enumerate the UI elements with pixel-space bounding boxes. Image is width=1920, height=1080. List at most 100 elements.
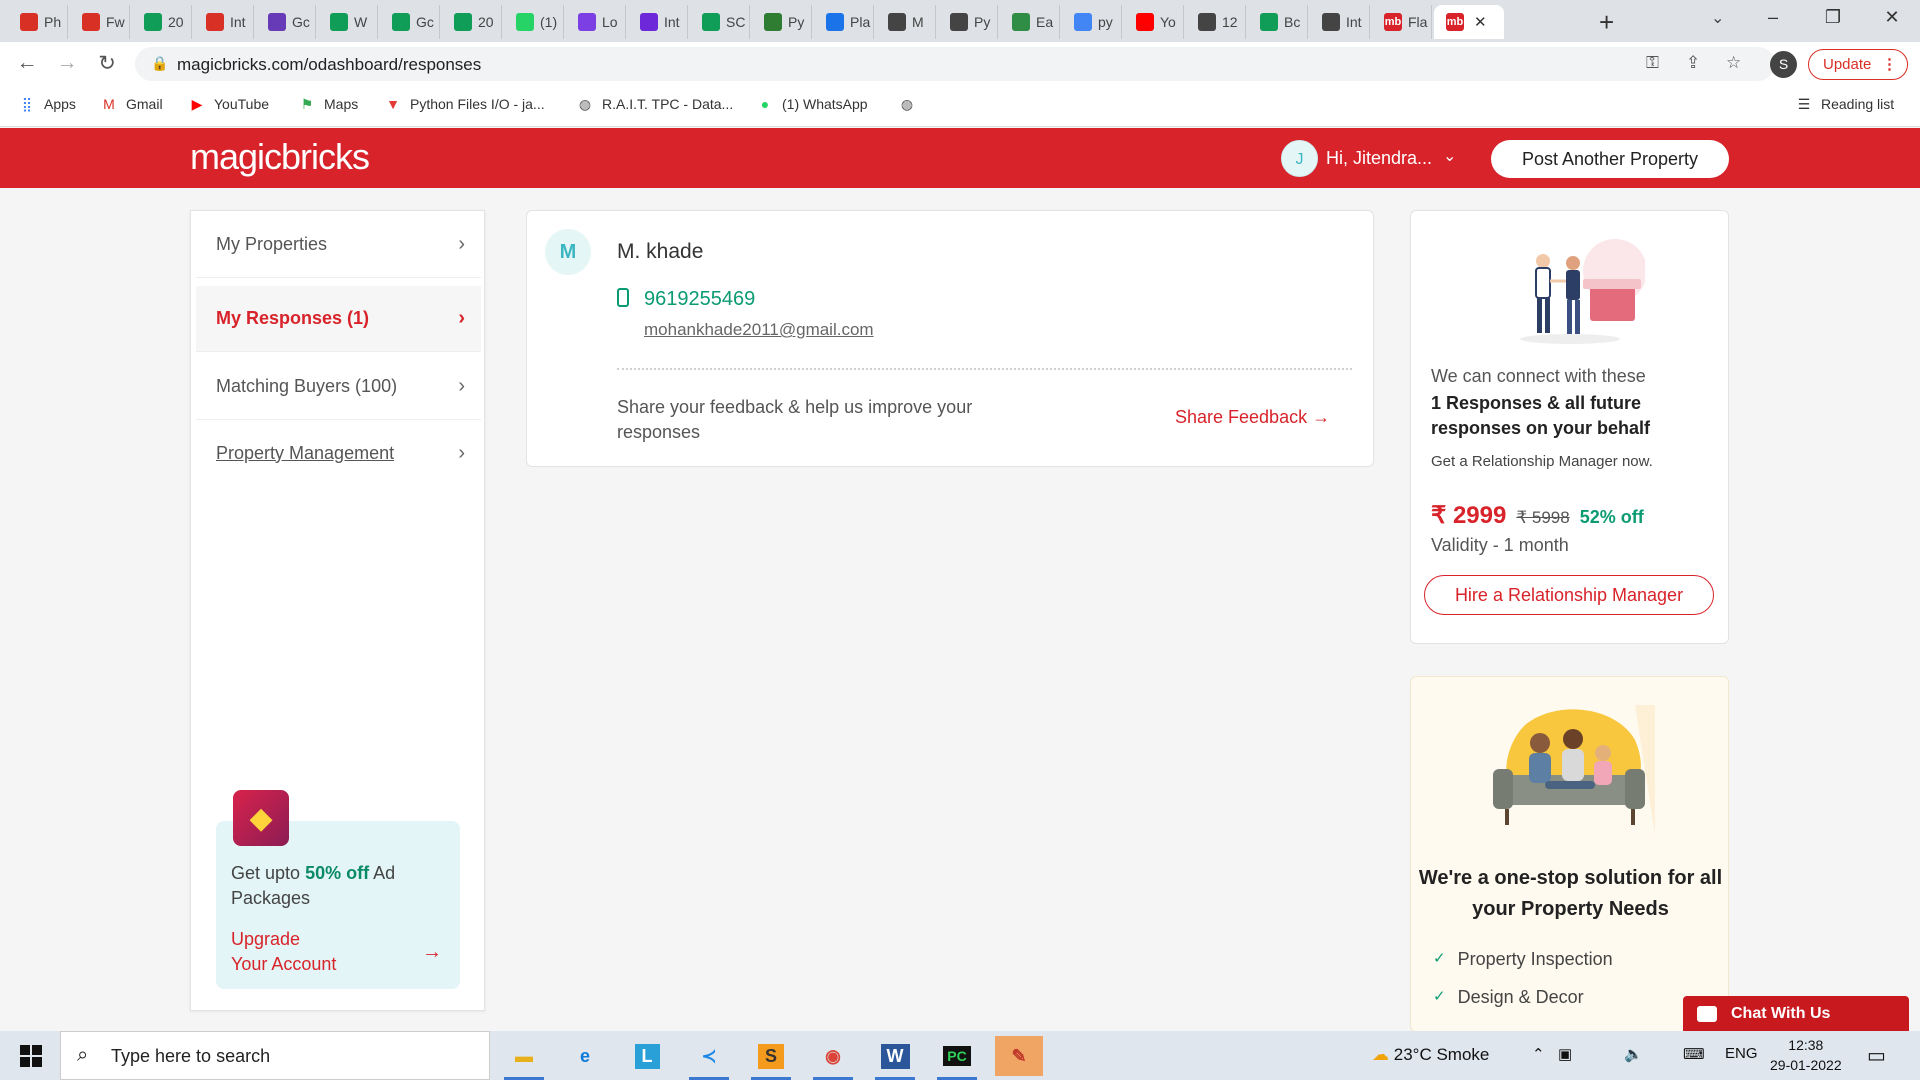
browser-tab[interactable]: M [876,5,936,39]
close-tab-icon[interactable]: ✕ [1474,13,1487,31]
tab-title: Yo [1160,14,1176,30]
vscode-icon[interactable]: ≺ [685,1036,733,1080]
bookmark-item[interactable]: ▶ YouTube [188,95,269,113]
browser-tab[interactable]: W [318,5,378,39]
bookmark-item[interactable]: ▼ Python Files I/O - ja... [384,95,545,113]
whatsapp-icon [516,13,534,31]
browser-tab[interactable]: mb ✕ [1434,5,1504,39]
windows-start-icon[interactable] [20,1045,42,1067]
bookmark-item[interactable]: ⣿ Apps [18,95,76,113]
rm-intro: We can connect with these [1431,366,1646,386]
forward-icon[interactable]: → [54,51,80,75]
minimize-icon[interactable]: – [1758,7,1788,28]
system-clock[interactable]: 12:38 29-01-2022 [1770,1035,1842,1075]
magicbricks-logo[interactable]: magicbricks [190,136,370,178]
weather-widget[interactable]: ☁ 23°C Smoke [1372,1045,1489,1065]
bookmark-item[interactable]: ● (1) WhatsApp [756,95,868,113]
browser-tab[interactable]: Int [1310,5,1370,39]
bookmark-item[interactable]: ⚑ Maps [298,95,359,113]
share-icon[interactable]: ⇪ [1686,53,1700,73]
new-tab-button[interactable]: + [1599,7,1614,38]
mb-icon: mb [1384,13,1402,31]
language-indicator[interactable]: ENG [1725,1045,1758,1062]
upgrade-account-link[interactable]: Upgrade Your Account [231,927,361,977]
browser-tab[interactable]: Gc [256,5,316,39]
gfg-icon [1012,13,1030,31]
sidebar-item-my-responses[interactable]: My Responses (1) › [196,286,481,352]
browser-tab[interactable]: Py [938,5,998,39]
bookmark-star-icon[interactable]: ☆ [1726,53,1741,73]
reading-list-button[interactable]: ☰ Reading list [1795,95,1894,113]
upgrade-cta-line2: Your Account [231,954,337,974]
taskbar-search[interactable]: ⌕ Type here to search [60,1031,490,1080]
tab-title: Fw [106,14,125,30]
browser-tab[interactable]: Pla [814,5,874,39]
solution-title: We're a one-stop solution for all your P… [1418,867,1723,920]
globe-icon [888,13,906,31]
word-icon[interactable]: W [871,1036,919,1080]
chevron-up-icon[interactable]: ⌃ [1532,1045,1545,1063]
browser-tab[interactable]: Gc [380,5,440,39]
chrome-icon[interactable]: ◉ [809,1036,857,1080]
browser-tab[interactable]: Ea [1000,5,1060,39]
sidebar-item-matching-buyers[interactable]: Matching Buyers (100) › [196,354,481,420]
sidebar-item-my-properties[interactable]: My Properties › [196,212,481,278]
tab-title: Int [664,14,680,30]
gmail-icon: M [103,96,115,112]
network-icon[interactable]: ▣ [1558,1045,1572,1063]
browser-tab[interactable]: 20 [442,5,502,39]
notification-icon[interactable]: ▭ [1867,1043,1886,1068]
browser-tab[interactable]: 12 [1186,5,1246,39]
browser-tab[interactable]: Int [194,5,254,39]
user-greeting[interactable]: Hi, Jitendra... [1326,148,1432,169]
solution-item-label: Design & Decor [1457,987,1584,1007]
volume-icon[interactable]: 🔈 [1624,1045,1643,1063]
close-window-icon[interactable]: ✕ [1877,7,1907,28]
l-app-icon[interactable]: L [623,1036,671,1076]
restore-icon[interactable]: ❐ [1818,7,1848,28]
browser-tab[interactable]: Bc [1248,5,1308,39]
chat-with-us-button[interactable]: Chat With Us [1683,996,1909,1031]
more-menu-icon[interactable]: ⋮ [1882,50,1897,79]
key-icon[interactable]: ⚿ [1646,53,1659,73]
profile-avatar[interactable]: S [1770,51,1797,78]
bookmark-item[interactable]: ◍ [898,95,916,113]
paint-icon[interactable]: ✎ [995,1036,1043,1076]
browser-tab[interactable]: 20 [132,5,192,39]
arrow-right-icon[interactable]: → [422,941,442,964]
url-text[interactable]: magicbricks.com/odashboard/responses [177,55,481,75]
tab-title: W [354,14,368,30]
user-avatar[interactable]: J [1281,140,1318,177]
update-button[interactable]: Update ⋮ [1808,49,1908,80]
responder-email[interactable]: mohankhade2011@gmail.com [644,320,874,340]
tab-search-chevron-icon[interactable]: ⌄ [1711,8,1724,28]
browser-tab[interactable]: Yo [1124,5,1184,39]
browser-tab[interactable]: mb Fla [1372,5,1432,39]
browser-tab[interactable]: Ph [8,5,68,39]
share-feedback-button[interactable]: Share Feedback → [1175,407,1330,428]
keyboard-icon[interactable]: ⌨ [1683,1045,1705,1063]
browser-tab[interactable]: SC [690,5,750,39]
lock-icon[interactable]: 🔒 [151,55,168,72]
back-icon[interactable]: ← [14,51,40,75]
file-explorer-icon[interactable]: ▬ [500,1036,548,1080]
browser-tab[interactable]: Lo [566,5,626,39]
browser-tab[interactable]: Int [628,5,688,39]
browser-tab[interactable]: Py [752,5,812,39]
responder-phone[interactable]: 9619255469 [644,288,755,311]
bookmark-item[interactable]: M Gmail [100,95,162,113]
pycharm-icon[interactable]: PC [933,1036,981,1080]
reload-icon[interactable]: ↻ [94,51,120,76]
browser-tab[interactable]: (1) [504,5,564,39]
bookmark-item[interactable]: ◍ R.A.I.T. TPC - Data... [576,95,733,113]
browser-tab[interactable]: Fw [70,5,130,39]
chevron-down-icon[interactable]: ⌄ [1443,146,1456,166]
sidebar-item-property-management[interactable]: Property Management › [196,420,481,486]
address-bar[interactable]: 🔒 magicbricks.com/odashboard/responses ⚿… [135,47,1775,81]
browser-tab[interactable]: py [1062,5,1122,39]
post-property-button[interactable]: Post Another Property [1491,140,1729,178]
youtube-icon: ▶ [191,95,203,112]
sublime-icon[interactable]: S [747,1036,795,1080]
edge-icon[interactable]: e [561,1036,609,1076]
hire-relationship-manager-button[interactable]: Hire a Relationship Manager [1424,575,1714,615]
